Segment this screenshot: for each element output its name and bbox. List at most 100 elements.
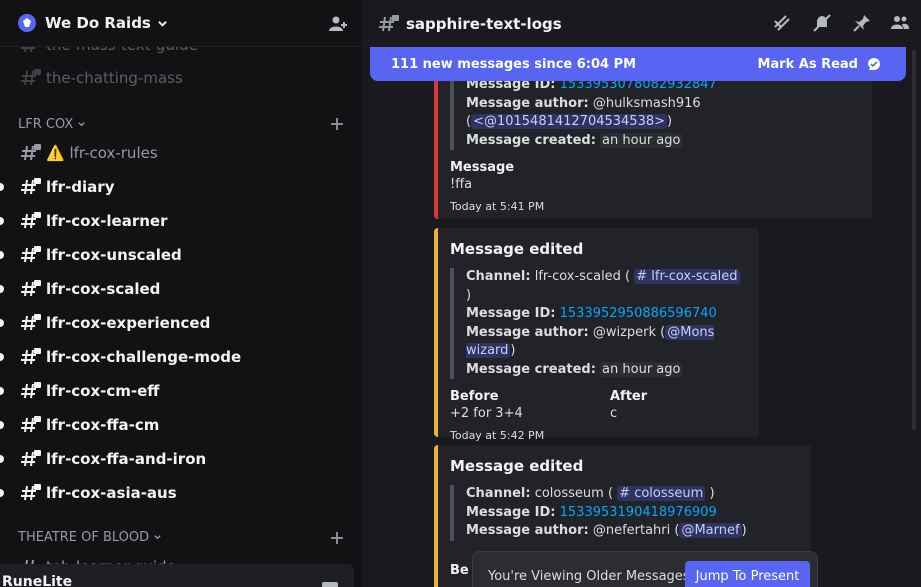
embed-footer-timestamp: Today at 5:42 PM xyxy=(450,429,545,442)
create-channel-plus-icon[interactable] xyxy=(330,531,344,545)
sidebar-channel-label: the-chatting-mass xyxy=(46,69,183,87)
member-list-icon[interactable] xyxy=(890,13,910,33)
author-value: @wizperk ( xyxy=(592,324,666,340)
hash-lock-icon xyxy=(379,14,399,31)
embed-quote: Channel: colosseum ( # colosseum ) Messa… xyxy=(450,485,795,541)
sidebar-channel-lfr-cox-learner[interactable]: lfr-cox-learner xyxy=(0,206,362,236)
hash-lock-icon xyxy=(21,246,41,263)
channel-mention[interactable]: # colosseum xyxy=(617,486,706,501)
older-messages-text: You're Viewing Older Messages xyxy=(488,569,690,584)
unread-indicator xyxy=(0,319,4,327)
field-label: Message created: xyxy=(466,361,596,377)
channel-value: colosseum ( xyxy=(534,486,614,501)
unread-indicator xyxy=(0,353,4,361)
embed-quote: Message ID: 1533953078082932847 Message … xyxy=(450,76,856,150)
sidebar-channel-lfr-cox-challenge-mode[interactable]: lfr-cox-challenge-mode xyxy=(0,342,362,372)
sidebar-channel-lfr-diary[interactable]: lfr-diary xyxy=(0,172,362,202)
field-label: Message author: xyxy=(466,324,589,340)
sidebar-channel-lfr-cox-cm-eff[interactable]: lfr-cox-cm-eff xyxy=(0,376,362,406)
create-channel-plus-icon[interactable] xyxy=(330,117,344,131)
sidebar-channel-lfr-cox-scaled[interactable]: lfr-cox-scaled xyxy=(0,274,362,304)
sidebar-channel-lfr-cox-ffa-and-iron[interactable]: lfr-cox-ffa-and-iron xyxy=(0,444,362,474)
paren-close: ) xyxy=(466,287,472,303)
unread-indicator xyxy=(0,421,4,429)
field-value: !ffa xyxy=(450,177,473,192)
channel-sidebar: the-mass-text-guide the-chatting-mass We… xyxy=(0,0,362,587)
user-panel[interactable]: RuneLite xyxy=(0,564,354,587)
server-name: We Do Raids xyxy=(45,14,151,32)
chevron-down-icon xyxy=(158,20,167,27)
embed-color-bar xyxy=(434,228,438,437)
field-label: Message ID: xyxy=(466,306,556,321)
unread-indicator xyxy=(0,387,4,395)
channel-value: lfr-cox-scaled ( xyxy=(534,269,631,284)
sidebar-channel-label: lfr-cox-experienced xyxy=(46,314,211,332)
category-theatre-of-blood[interactable]: THEATRE OF BLOOD xyxy=(18,530,162,545)
mute-bell-icon[interactable] xyxy=(812,13,832,33)
timestamp-chip: an hour ago xyxy=(600,361,683,377)
chat-area: Message ID: 1533953078082932847 Message … xyxy=(362,0,921,587)
field-label: Channel: xyxy=(466,269,531,284)
timestamp-chip: an hour ago xyxy=(600,132,683,148)
chevron-down-icon xyxy=(154,535,161,540)
sidebar-channel-label: lfr-diary xyxy=(46,178,115,196)
hash-lock-icon xyxy=(21,382,41,399)
paren-close: ) xyxy=(709,486,715,501)
field-value-before: +2 for 3+4 xyxy=(450,406,523,421)
category-label: THEATRE OF BLOOD xyxy=(18,530,150,545)
field-name: Message xyxy=(450,160,515,175)
new-messages-text: 111 new messages since 6:04 PM xyxy=(391,56,637,72)
hash-lock-icon xyxy=(21,348,41,365)
unread-indicator xyxy=(0,285,4,293)
sidebar-channel-lfr-cox-ffa-cm[interactable]: lfr-cox-ffa-cm xyxy=(0,410,362,440)
category-label: LFR COX xyxy=(18,117,74,132)
threads-icon[interactable] xyxy=(772,13,792,33)
sidebar-channel-lfr-cox-unscaled[interactable]: lfr-cox-unscaled xyxy=(0,240,362,270)
sidebar-channel-lfr-cox-rules[interactable]: ⚠️ lfr-cox-rules xyxy=(0,138,362,168)
settings-icon[interactable] xyxy=(322,582,338,587)
sidebar-channel-lfr-cox-experienced[interactable]: lfr-cox-experienced xyxy=(0,308,362,338)
sidebar-channel-label: lfr-cox-unscaled xyxy=(46,246,182,264)
invite-people-icon[interactable] xyxy=(328,14,348,34)
hash-lock-icon xyxy=(21,212,41,229)
sidebar-channel-label: lfr-cox-challenge-mode xyxy=(46,348,242,366)
sidebar-channel-chatting-mass[interactable]: the-chatting-mass xyxy=(0,63,362,93)
mark-as-read-button[interactable]: Mark As Read xyxy=(757,57,858,72)
server-boost-badge-icon xyxy=(18,14,36,32)
paren-close: ) xyxy=(741,523,747,538)
channel-name: sapphire-text-logs xyxy=(406,14,562,33)
server-header[interactable]: We Do Raids xyxy=(0,0,362,47)
chevron-down-icon xyxy=(78,122,85,127)
log-embed-message-edited: Message edited Channel: lfr-cox-scaled (… xyxy=(434,228,759,442)
author-value: @nefertahri ( xyxy=(592,523,680,538)
embed-quote: Channel: lfr-cox-scaled ( # lfr-cox-scal… xyxy=(450,268,743,379)
pinned-messages-icon[interactable] xyxy=(852,13,872,33)
new-messages-bar[interactable]: 111 new messages since 6:04 PM Mark As R… xyxy=(370,47,906,81)
mark-read-icon xyxy=(868,58,880,70)
user-mention[interactable]: @Marnef xyxy=(679,523,742,538)
hash-lock-icon xyxy=(21,144,41,161)
sidebar-channel-label: lfr-cox-asia-aus xyxy=(46,484,177,502)
sidebar-channel-label: lfr-cox-cm-eff xyxy=(46,382,160,400)
embed-color-bar xyxy=(434,58,438,219)
chat-scrollbar[interactable] xyxy=(910,50,918,430)
field-label: Message created: xyxy=(466,132,596,148)
channel-header: sapphire-text-logs xyxy=(362,0,921,47)
user-name: RuneLite xyxy=(2,574,73,587)
user-mention[interactable]: <@1015481412704534538> xyxy=(471,114,668,129)
message-id-link[interactable]: 1533953190418976909 xyxy=(560,505,717,520)
field-label: Channel: xyxy=(466,486,531,501)
paren-close: ) xyxy=(667,114,673,129)
unread-indicator xyxy=(0,217,4,225)
category-lfr-cox[interactable]: LFR COX xyxy=(18,117,86,132)
unread-indicator xyxy=(0,183,4,191)
hash-lock-icon xyxy=(21,178,41,195)
channel-mention[interactable]: # lfr-cox-scaled xyxy=(634,269,740,284)
sidebar-channel-lfr-cox-asia-aus[interactable]: lfr-cox-asia-aus xyxy=(0,478,362,508)
sidebar-channel-label: lfr-cox-scaled xyxy=(46,280,161,298)
sidebar-channel-label: lfr-cox-learner xyxy=(46,212,168,230)
hash-lock-icon xyxy=(21,484,41,501)
jump-to-present-button[interactable]: Jump To Present xyxy=(685,561,810,587)
embed-color-bar xyxy=(434,445,438,587)
message-id-link[interactable]: 1533952950886596740 xyxy=(560,306,717,321)
